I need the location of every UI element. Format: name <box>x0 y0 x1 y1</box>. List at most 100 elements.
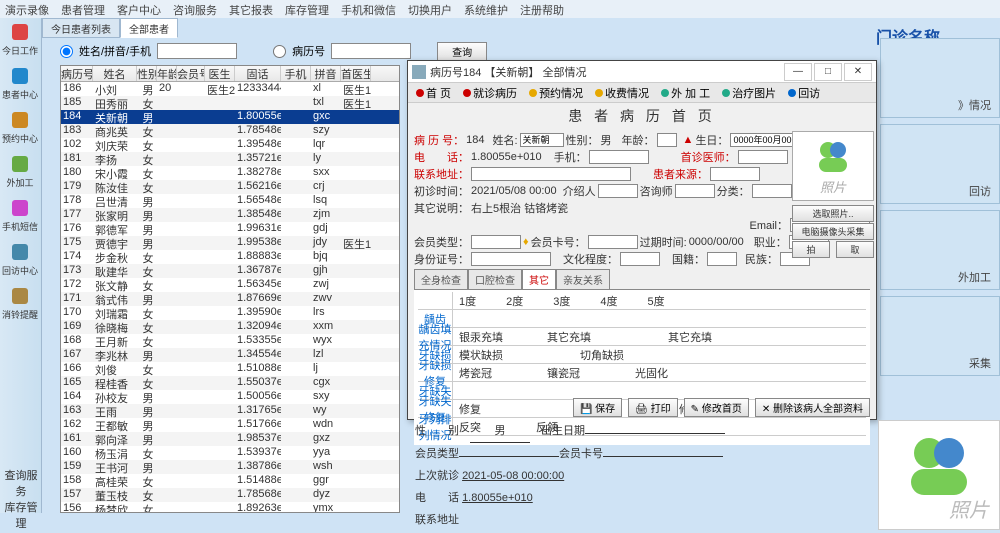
shoot-button[interactable]: 拍 <box>792 241 830 258</box>
menu-item[interactable]: 切换用户 <box>408 2 452 16</box>
side-5[interactable]: 回访中心 <box>0 238 40 282</box>
table-row[interactable]: 166刘俊女1.51088e+0lj <box>61 362 399 376</box>
dlg-tab[interactable]: 治疗图片 <box>718 84 780 102</box>
radio-name[interactable] <box>60 45 73 58</box>
age-field[interactable] <box>657 133 677 147</box>
min-button[interactable]: — <box>784 63 812 81</box>
memtype-field[interactable] <box>471 235 521 249</box>
table-row[interactable]: 157董玉枝女1.78568e+0dyz <box>61 488 399 502</box>
tab-all[interactable]: 全部患者 <box>120 18 178 38</box>
input-name[interactable] <box>157 43 237 59</box>
table-row[interactable]: 170刘瑞霜女1.39590e+0lrs <box>61 306 399 320</box>
table-row[interactable]: 159王书河男1.38786e+0wsh <box>61 460 399 474</box>
search-button[interactable]: 查询 <box>437 42 487 61</box>
input-blh[interactable] <box>331 43 411 59</box>
col-header[interactable]: 拼音 <box>311 66 341 81</box>
close-button[interactable]: ✕ <box>844 63 872 81</box>
table-row[interactable]: 180宋小霞女1.38278e+0sxx <box>61 166 399 180</box>
footer-item[interactable]: 库存管理 <box>0 499 42 531</box>
table-row[interactable]: 163王雨男1.31765e+0wy <box>61 404 399 418</box>
cat-field[interactable] <box>752 184 792 198</box>
dlg-tab[interactable]: 就诊病历 <box>459 84 521 102</box>
table-row[interactable]: 156杨梦欣女1.89263e+0ymx <box>61 502 399 513</box>
table-row[interactable]: 164孙校友男1.50056e+0sxy <box>61 390 399 404</box>
table-row[interactable]: 168王月新女1.53355e+0wyx <box>61 334 399 348</box>
tab-today[interactable]: 今日患者列表 <box>42 18 120 38</box>
intro-field[interactable] <box>598 184 638 198</box>
dlg-tab[interactable]: 首 页 <box>412 84 455 102</box>
table-row[interactable]: 169徐晓梅女1.32094e+0xxm <box>61 320 399 334</box>
table-row[interactable]: 179陈汝佳女1.56216e+0crj <box>61 180 399 194</box>
table-row[interactable]: 186小刘男20医生21233344444xl医生1 <box>61 82 399 96</box>
footer-item[interactable]: 查询服务 <box>0 467 42 499</box>
dlg-tab[interactable]: 收费情况 <box>591 84 653 102</box>
table-row[interactable]: 162王都敏男1.51766e+0wdn <box>61 418 399 432</box>
table-row[interactable]: 174步金秋女1.88883e+0bjq <box>61 250 399 264</box>
col-header[interactable]: 手机 <box>281 66 311 81</box>
box-visit[interactable]: 回访 <box>880 124 1000 204</box>
side-2[interactable]: 预约中心 <box>0 106 40 150</box>
table-row[interactable]: 178吕世清男1.56548e+0lsq <box>61 194 399 208</box>
box-situation[interactable]: 》情况 <box>880 38 1000 118</box>
menu-item[interactable]: 咨询服务 <box>173 2 217 16</box>
col-header[interactable]: 姓名 <box>93 66 137 81</box>
consult-field[interactable] <box>675 184 715 198</box>
dlg-action[interactable]: 💾 保存 <box>573 398 622 417</box>
addr-field[interactable] <box>471 167 631 181</box>
table-row[interactable]: 175贾德宇男1.99538e+0jdy医生1 <box>61 236 399 250</box>
subtab[interactable]: 亲友关系 <box>556 269 610 289</box>
table-row[interactable]: 184关新朝男1.80055e+0gxc <box>61 110 399 124</box>
box-collect[interactable]: 采集 <box>880 296 1000 376</box>
col-header[interactable]: 医生 <box>205 66 235 81</box>
table-row[interactable]: 167李兆林男1.34554e+0lzl <box>61 348 399 362</box>
table-row[interactable]: 102刘庆荣女1.39548e+0lqr <box>61 138 399 152</box>
table-row[interactable]: 183商兆英女1.78548e+0szy <box>61 124 399 138</box>
subtab[interactable]: 口腔检查 <box>468 269 522 289</box>
menu-item[interactable]: 客户中心 <box>117 2 161 16</box>
side-4[interactable]: 手机短信 <box>0 194 40 238</box>
dlg-action[interactable]: 🖨 打印 <box>628 398 677 417</box>
table-row[interactable]: 185田秀丽女txl医生1 <box>61 96 399 110</box>
table-row[interactable]: 165程桂香女1.55037e+0cgx <box>61 376 399 390</box>
col-header[interactable]: 性别 <box>137 66 157 81</box>
dlg-tab[interactable]: 外 加 工 <box>657 84 714 102</box>
max-button[interactable]: □ <box>814 63 842 81</box>
dlg-action[interactable]: ✕ 删除该病人全部资料 <box>755 398 870 417</box>
table-row[interactable]: 160杨玉涓女1.53937e+0yya <box>61 446 399 460</box>
side-6[interactable]: 消铃提醒 <box>0 282 40 326</box>
nation-field[interactable] <box>707 252 737 266</box>
menu-item[interactable]: 手机和微信 <box>341 2 396 16</box>
menu-item[interactable]: 其它报表 <box>229 2 273 16</box>
id-field[interactable] <box>471 252 551 266</box>
col-header[interactable]: 首医生 <box>341 66 371 81</box>
side-1[interactable]: 患者中心 <box>0 62 40 106</box>
col-header[interactable]: 年龄 <box>157 66 177 81</box>
menu-item[interactable]: 系统维护 <box>464 2 508 16</box>
take-button[interactable]: 取 <box>836 241 874 258</box>
dlg-action[interactable]: ✎ 修改首页 <box>684 398 749 417</box>
table-row[interactable]: 161郭向泽男1.98537e+0gxz <box>61 432 399 446</box>
subtab[interactable]: 其它 <box>522 269 556 289</box>
menu-item[interactable]: 注册帮助 <box>520 2 564 16</box>
radio-blh[interactable] <box>273 45 286 58</box>
name-field[interactable] <box>520 133 564 147</box>
table-row[interactable]: 172张文静女1.56345e+0zwj <box>61 278 399 292</box>
table-row[interactable]: 176郭德军男1.99631e+0gdj <box>61 222 399 236</box>
menu-item[interactable]: 库存管理 <box>285 2 329 16</box>
table-row[interactable]: 171翁式伟男1.87669e+0zwv <box>61 292 399 306</box>
menu-item[interactable]: 演示录像 <box>5 2 49 16</box>
memno-field[interactable] <box>588 235 638 249</box>
dlg-tab[interactable]: 回访 <box>784 84 824 102</box>
menu-item[interactable]: 患者管理 <box>61 2 105 16</box>
table-row[interactable]: 181李扬女1.35721e+0ly <box>61 152 399 166</box>
table-row[interactable]: 177张家明男1.38548e+0zjm <box>61 208 399 222</box>
side-0[interactable]: 今日工作 <box>0 18 40 62</box>
col-header[interactable]: 病历号 <box>61 66 93 81</box>
box-process[interactable]: 外加工 <box>880 210 1000 290</box>
choose-photo-button[interactable]: 选取照片.. <box>792 205 874 222</box>
table-row[interactable]: 158高桂荣女1.51488e+0ggr <box>61 474 399 488</box>
col-header[interactable]: 会员号 <box>177 66 205 81</box>
col-header[interactable]: 固话 <box>235 66 281 81</box>
mobile-field[interactable] <box>589 150 649 164</box>
side-3[interactable]: 外加工 <box>0 150 40 194</box>
